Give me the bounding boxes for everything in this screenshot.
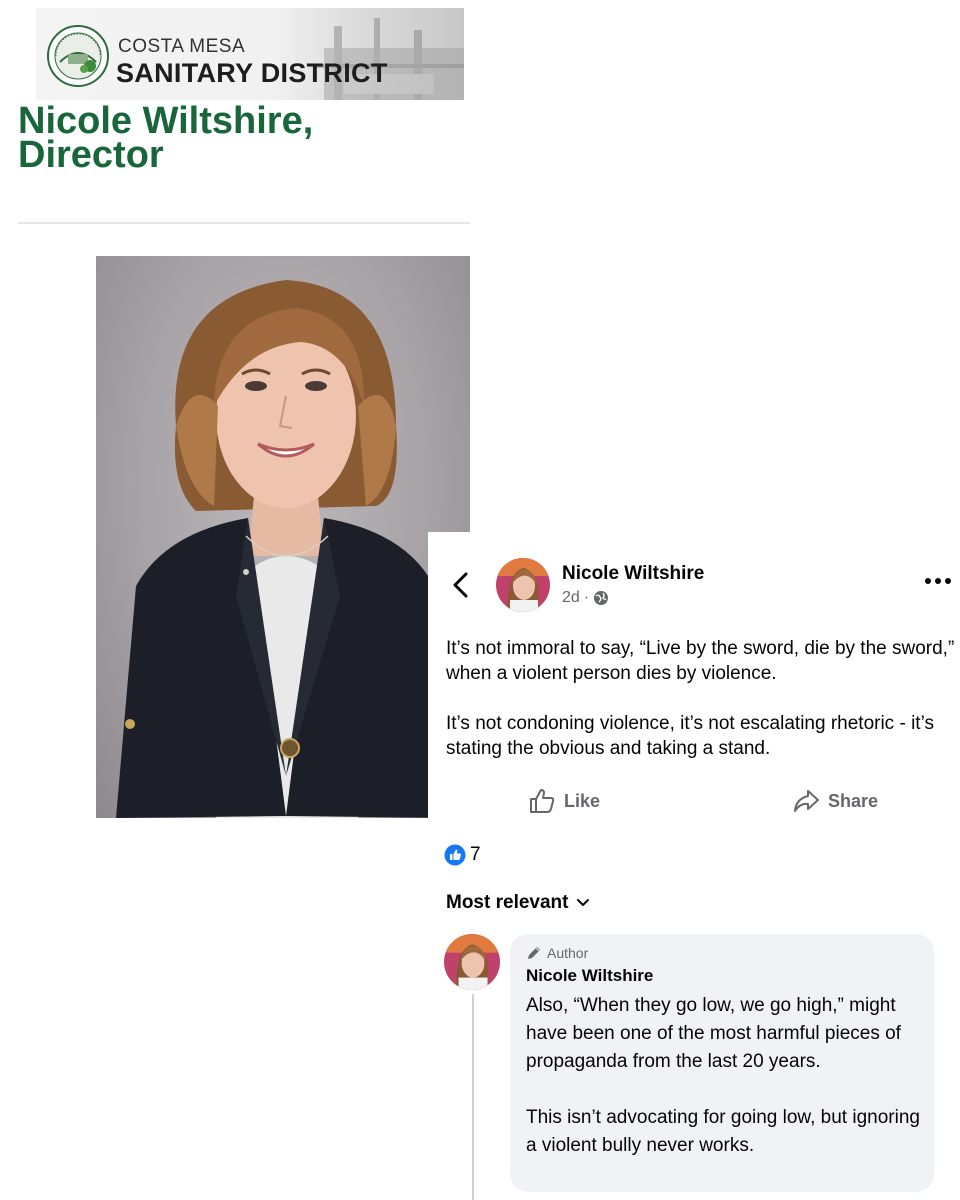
comment-paragraph: Also, “When they go low, we go high,” mi… [526, 995, 901, 1072]
back-arrow-icon[interactable] [448, 570, 474, 600]
district-seal-logo [47, 25, 109, 87]
comment-author-name[interactable]: Nicole Wiltshire [526, 966, 653, 986]
like-button[interactable]: Like [528, 786, 600, 816]
org-name-line1: COSTA MESA [118, 36, 246, 57]
comment-author-avatar[interactable] [444, 934, 500, 990]
reaction-count: 7 [470, 844, 481, 865]
org-banner: COSTA MESA SANITARY DISTRICT [36, 8, 464, 100]
author-badge-label: Author [547, 945, 589, 961]
reaction-summary[interactable]: 7 [444, 844, 481, 866]
more-options-icon[interactable] [924, 576, 952, 586]
org-name-line2: SANITARY DISTRICT [116, 58, 388, 88]
title-divider [18, 222, 470, 224]
meta-separator: · [583, 589, 590, 606]
comment-thread-line [472, 994, 474, 1200]
share-label: Share [828, 790, 879, 811]
author-badge: Author [526, 945, 588, 961]
comment-bubble: Author Nicole Wiltshire Also, “When they… [510, 934, 934, 1192]
page-title: Nicole Wiltshire, Director [18, 100, 314, 176]
post-author-name[interactable]: Nicole Wiltshire [562, 563, 704, 585]
facebook-post-card: Nicole Wiltshire 2d · It’s not immoral t… [428, 532, 960, 1200]
comment-paragraph: This isn’t advocating for going low, but… [526, 1107, 920, 1156]
share-button[interactable]: Share [792, 786, 878, 816]
share-arrow-icon [794, 790, 819, 812]
like-label: Like [564, 790, 601, 811]
pencil-icon [528, 947, 540, 959]
post-paragraph: It’s not immoral to say, “Live by the sw… [446, 638, 955, 684]
like-reaction-icon [444, 844, 466, 866]
comment-sort-dropdown[interactable]: Most relevant [446, 892, 590, 914]
post-paragraph: It’s not condoning violence, it’s not es… [446, 713, 934, 759]
comment-body: Also, “When they go low, we go high,” mi… [526, 992, 926, 1160]
post-timestamp[interactable]: 2d [562, 589, 580, 607]
post-meta: 2d · [562, 589, 609, 607]
chevron-down-icon [577, 899, 590, 906]
director-portrait-photo [96, 256, 470, 818]
sort-label: Most relevant [446, 892, 569, 913]
post-author-avatar[interactable] [496, 558, 550, 612]
thumbs-up-icon [530, 789, 555, 813]
post-body: It’s not immoral to say, “Live by the sw… [446, 636, 956, 761]
globe-icon [594, 591, 609, 605]
